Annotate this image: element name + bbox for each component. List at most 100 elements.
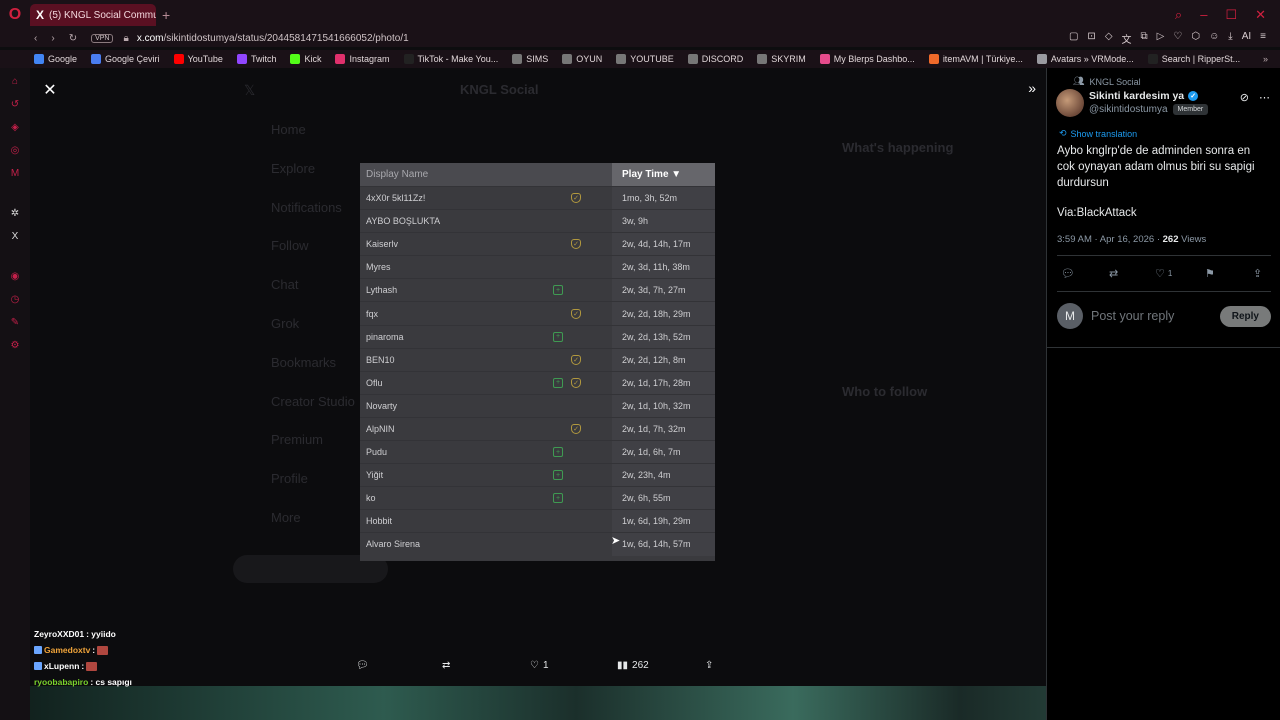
bookmark-favicon-icon (34, 54, 44, 64)
bookmark-folder[interactable]: SKYRIM (757, 54, 806, 64)
bookmark-item[interactable]: Search | RipperSt... (1147, 54, 1240, 64)
back-button[interactable]: ‹ (34, 33, 37, 44)
search-icon[interactable]: ⌕ (1175, 7, 1182, 23)
bookmark-folder[interactable]: YOUTUBE (616, 54, 674, 64)
ghost-nav-item: Explore (271, 160, 316, 176)
pin-icon[interactable]: ✎ (8, 315, 22, 329)
reply-button[interactable]: Reply (1219, 305, 1271, 327)
close-viewer-button[interactable]: ✕ (40, 80, 60, 100)
views-button[interactable]: ▮▮ 262 (617, 660, 649, 671)
lock-icon[interactable]: 🔒︎ (123, 33, 128, 44)
table-row: 4xX0r 5kl11Zz! ✓ 1mo, 3h, 52m (360, 186, 715, 210)
ghost-nav-item: Premium (271, 432, 324, 448)
shield-icon[interactable]: ◇ (1105, 31, 1113, 46)
x-icon[interactable]: X (8, 229, 22, 243)
chatgpt-icon[interactable]: ✲ (8, 206, 22, 220)
extensions-icon[interactable]: ⬡ (1191, 31, 1200, 46)
bookmark-label: YOUTUBE (630, 54, 674, 64)
reply-input[interactable]: Post your reply (1091, 309, 1174, 323)
settings-icon[interactable]: ⚙ (8, 338, 22, 352)
ghost-nav-item: More (271, 510, 301, 525)
reply-icon[interactable]: 💬︎ (356, 660, 369, 671)
bookmark-label: YouTube (187, 54, 223, 64)
like-button[interactable]: ♡ 1 (530, 660, 549, 671)
chat-emote-icon (86, 661, 98, 671)
player-icon[interactable]: ◉ (8, 269, 22, 283)
history-icon[interactable]: ↺ (8, 97, 22, 111)
home-icon[interactable]: ⌂ (8, 74, 22, 88)
screenshot-icon[interactable]: ⊡ (1087, 31, 1095, 46)
share-icon[interactable]: ⇪ (705, 660, 713, 671)
maximize-button[interactable]: ☐ (1225, 7, 1237, 23)
author-name[interactable]: Sikinti kardesim ya ✓ (1089, 90, 1199, 102)
bookmark-item[interactable]: Avatars » VRMode... (1036, 54, 1134, 64)
repost-icon[interactable]: ⇄ (442, 660, 450, 671)
bookmark-folder[interactable]: DISCORD (687, 54, 743, 64)
opera-logo-icon[interactable]: O (0, 0, 30, 30)
table-row: Pudu +2w, 1d, 6h, 7m (360, 440, 715, 464)
repost-icon[interactable]: ⇄ (1109, 267, 1118, 280)
vpn-badge[interactable]: VPN (91, 34, 114, 43)
bookmark-item[interactable]: YouTube (173, 54, 223, 64)
bookmark-item[interactable]: Google Çeviri (91, 54, 160, 64)
profile-icon[interactable]: ☺ (1209, 31, 1219, 46)
close-window-button[interactable]: ✕ (1255, 7, 1266, 23)
folder-icon (512, 54, 523, 64)
url-field[interactable]: x.com/sikintidostumya/status/20445814715… (137, 33, 409, 44)
author-avatar[interactable] (1056, 89, 1084, 117)
bookmark-folder[interactable]: OYUN (562, 54, 602, 64)
share-icon[interactable]: ⇪ (1253, 267, 1262, 280)
collapse-panel-icon[interactable]: » (1028, 80, 1036, 96)
member-badge: Member (1172, 104, 1209, 115)
minimize-button[interactable]: – (1200, 7, 1207, 23)
community-label[interactable]: 👥︎ KNGL Social (1073, 76, 1141, 87)
bookmark-favicon-icon (236, 54, 247, 64)
reply-icon[interactable]: 💬︎ (1061, 267, 1075, 280)
bookmark-item[interactable]: TikTok - Make You... (403, 54, 498, 64)
chat-username: ryoobabapiro (34, 677, 89, 687)
table-row: Lythash +2w, 3d, 7h, 27m (360, 278, 715, 302)
capture-icon[interactable]: ⧉ (1141, 31, 1148, 46)
bookmark-item[interactable]: Google (34, 54, 77, 64)
forward-button[interactable]: › (51, 33, 54, 44)
wallet-icon[interactable]: ◈ (8, 120, 22, 134)
bookmark-item[interactable]: Twitch (236, 54, 277, 64)
active-tab[interactable]: X (5) KNGL Social Communi (30, 4, 156, 26)
messenger-icon[interactable]: ◎ (8, 143, 22, 157)
bookmark-item[interactable]: My Blerps Dashbo... (819, 54, 915, 64)
ai-button[interactable]: AI (1242, 31, 1251, 46)
download-icon[interactable]: ⤓ (1228, 31, 1232, 46)
player-name: 4xX0r 5kl11Zz! (366, 193, 426, 204)
user-avatar[interactable]: M (1057, 303, 1083, 329)
play-icon[interactable]: ▷ (1157, 31, 1165, 46)
player-name-cell: AYBO BOŞLUKTA (360, 210, 612, 232)
bookmark-item[interactable]: itemAVM | Türkiye... (928, 54, 1023, 64)
mouse-cursor-icon: ➤ (611, 535, 621, 547)
heart-icon[interactable]: ♡ (1173, 31, 1182, 46)
bookmark-item[interactable]: Kick (290, 54, 321, 64)
gmail-icon[interactable]: M (8, 166, 22, 180)
new-tab-button[interactable]: + (162, 7, 170, 23)
show-translation-link[interactable]: ⟲ Show translation (1059, 128, 1137, 139)
bookmark-icon[interactable]: ⚑ (1205, 267, 1215, 280)
clock-icon[interactable]: ◷ (8, 292, 22, 306)
bookmark-folder[interactable]: SIMS (512, 54, 548, 64)
chat-text: : (81, 661, 85, 671)
tweet-timestamp[interactable]: 3:59 AM · Apr 16, 2026 · (1057, 234, 1163, 245)
bookmark-label: Avatars » VRMode... (1050, 54, 1134, 64)
bookmark-label: Twitch (250, 54, 277, 64)
more-options-icon[interactable]: ⋯ (1259, 91, 1270, 104)
bookmark-item[interactable]: Instagram (335, 54, 390, 64)
author-handle[interactable]: @sikintidostumya (1089, 104, 1168, 115)
like-button[interactable]: ♡ 1 (1155, 267, 1172, 280)
player-name: fqx (366, 308, 379, 319)
translate-icon[interactable]: 文 (1122, 31, 1132, 46)
reload-icon[interactable]: ↻ (69, 33, 77, 44)
tweet-views-label: Views (1178, 234, 1207, 245)
chat-text: : (92, 645, 96, 655)
play-time-cell: 2w, 3d, 11h, 38m (612, 256, 715, 279)
menu-icon[interactable]: ≡ (1260, 31, 1266, 46)
more-bookmarks-icon[interactable]: » (1263, 54, 1280, 64)
grok-icon[interactable]: ⊘ (1240, 91, 1249, 104)
bookmark-icon[interactable]: ▢ (1069, 31, 1078, 46)
